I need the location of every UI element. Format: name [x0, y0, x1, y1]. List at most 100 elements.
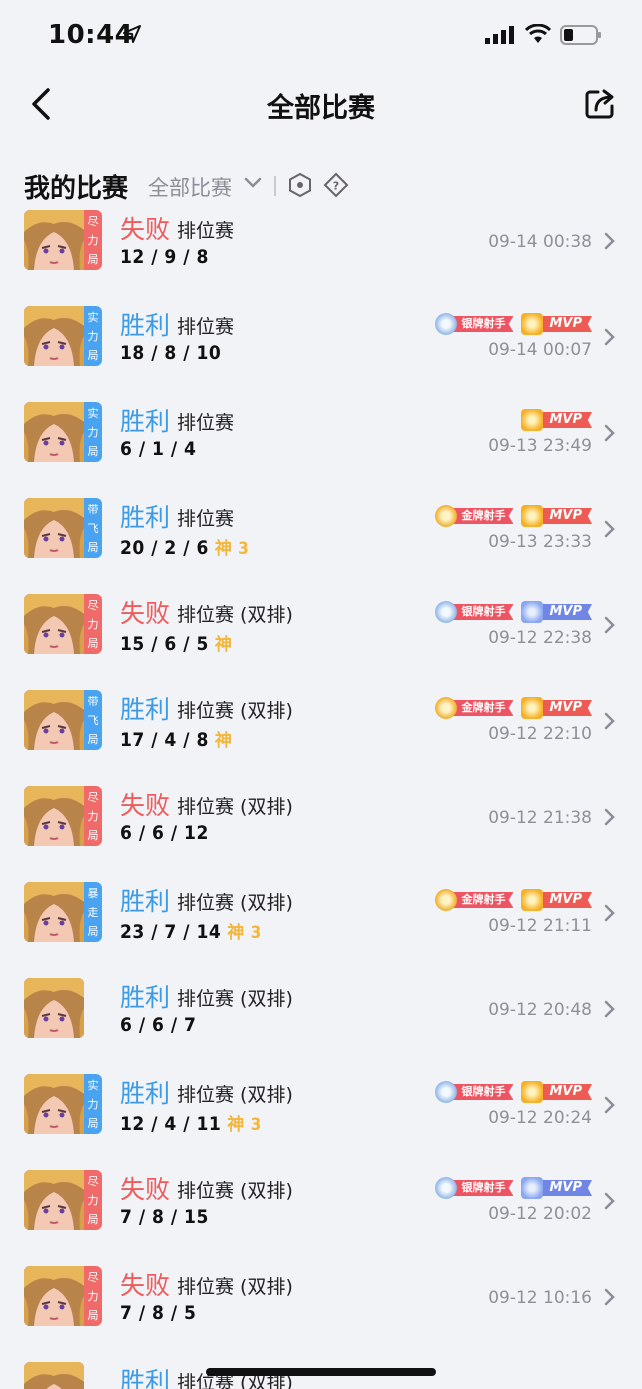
trophy-icon — [521, 1177, 544, 1199]
match-filter-dropdown[interactable]: 全部比赛 — [148, 172, 232, 202]
match-mode: 排位赛 (双排) — [177, 1180, 293, 1202]
share-icon[interactable] — [584, 88, 616, 120]
match-result: 失败 — [120, 1175, 171, 1204]
match-mode: 排位赛 (双排) — [177, 604, 293, 626]
match-result: 失败 — [120, 791, 171, 820]
trophy-icon — [521, 697, 544, 719]
chevron-right-icon[interactable] — [603, 712, 615, 730]
kda-value: 23 / 7 / 14 — [120, 921, 222, 943]
gold-badge: 金牌射手 — [435, 697, 514, 719]
match-kda: 7 / 8 / 5 — [120, 1302, 196, 1324]
chevron-right-icon[interactable] — [603, 424, 615, 442]
chevron-right-icon[interactable] — [603, 1096, 615, 1114]
chevron-right-icon[interactable] — [603, 1288, 615, 1306]
honor-badges: 银牌射手 MVP — [435, 313, 592, 335]
match-kda: 15 / 6 / 5神 — [120, 630, 232, 655]
match-time: 09-12 22:10 — [488, 724, 592, 744]
trophy-icon — [521, 601, 544, 623]
silver-badge: 银牌射手 — [435, 601, 514, 623]
trophy-icon — [521, 313, 544, 335]
match-time: 09-12 21:11 — [488, 916, 592, 936]
match-time: 09-12 20:02 — [488, 1204, 592, 1224]
mvp-blue-badge: MVP — [521, 601, 592, 623]
gold-badge: 金牌射手 — [435, 889, 514, 911]
chevron-right-icon[interactable] — [603, 808, 615, 826]
match-mode: 排位赛 (双排) — [177, 1276, 293, 1298]
mvp-badge: MVP — [521, 697, 592, 719]
match-result: 胜利 — [120, 503, 171, 532]
match-row[interactable]: 尽 力 局失败 排位赛 (双排) 7 / 8 / 5 09-12 10:16 — [0, 1264, 642, 1360]
kda-value: 15 / 6 / 5 — [120, 633, 209, 655]
match-row[interactable]: 尽 力 局失败 排位赛 (双排) 15 / 6 / 5 神 银牌射手 MVP 09-12 2… — [0, 592, 642, 688]
match-mode: 排位赛 (双排) — [177, 988, 293, 1010]
god-streak-badge: 神 3 — [227, 923, 262, 943]
match-time: 09-13 23:33 — [488, 532, 592, 552]
kda-value: 18 / 8 / 10 — [120, 342, 222, 364]
badge-label: MVP — [539, 604, 592, 620]
mvp-blue-badge: MVP — [521, 1177, 592, 1199]
diamond-help-icon[interactable]: ? — [323, 172, 349, 198]
hero-avatar — [24, 1074, 84, 1134]
page-title: 全部比赛 — [267, 93, 375, 124]
performance-tag: 尽 力 局 — [84, 1170, 102, 1230]
god-streak-badge: 神 — [214, 731, 233, 751]
performance-tag: 实 力 局 — [84, 306, 102, 366]
match-kda: 6 / 1 / 4 — [120, 438, 196, 460]
match-row[interactable]: 尽 力 局失败 排位赛 (双排) 6 / 6 / 12 09-12 21:38 — [0, 784, 642, 880]
hexagon-filter-icon[interactable] — [288, 172, 312, 198]
performance-tag: 实 力 局 — [84, 402, 102, 462]
match-row[interactable]: 暴 走 局胜利 排位赛 (双排) 23 / 7 / 14 神 3 金牌射手 MVP 09-1… — [0, 880, 642, 976]
badge-label: MVP — [539, 508, 592, 524]
chevron-right-icon[interactable] — [603, 232, 615, 250]
mvp-badge: MVP — [521, 313, 592, 335]
match-row[interactable]: 胜利 排位赛 (双排) 6 / 6 / 7 09-12 20:48 — [0, 976, 642, 1072]
filter-row: 我的比赛 全部比赛 ? — [0, 166, 642, 206]
match-result: 胜利 — [120, 983, 171, 1012]
kda-value: 6 / 1 / 4 — [120, 438, 197, 460]
performance-tag: 尽 力 局 — [84, 594, 102, 654]
match-kda: 23 / 7 / 14 神 3 — [120, 918, 262, 943]
battery-icon — [560, 25, 601, 45]
status-time: 10:44 — [48, 20, 134, 50]
match-row[interactable]: 实 力 局胜利 排位赛 6 / 1 / 4 MVP 09-13 23:49 — [0, 400, 642, 496]
badge-label: MVP — [539, 316, 592, 332]
gold-badge: 金牌射手 — [435, 505, 514, 527]
hero-avatar — [24, 786, 84, 846]
match-kda: 20 / 2 / 6神 3 — [120, 534, 249, 559]
honor-badges: MVP — [521, 409, 592, 431]
hero-avatar — [24, 978, 84, 1038]
chevron-down-icon[interactable] — [244, 176, 262, 190]
match-time: 09-12 22:38 — [488, 628, 592, 648]
badge-label: MVP — [539, 892, 592, 908]
match-row[interactable]: 带 飞 局胜利 排位赛 (双排) 17 / 4 / 8 神 金牌射手 MVP 09-12 2… — [0, 688, 642, 784]
match-mode: 排位赛 — [177, 220, 235, 242]
cellular-signal-icon — [485, 26, 514, 44]
badge-label: MVP — [539, 412, 592, 428]
chevron-right-icon[interactable] — [603, 616, 615, 634]
badge-label: MVP — [539, 700, 592, 716]
god-streak-badge: 神 — [214, 635, 233, 655]
trophy-icon — [521, 409, 544, 431]
performance-tag: 带 飞 局 — [84, 498, 102, 558]
match-result: 胜利 — [120, 695, 171, 724]
kda-value: 6 / 6 / 12 — [120, 822, 209, 844]
chevron-right-icon[interactable] — [603, 520, 615, 538]
chevron-right-icon[interactable] — [603, 328, 615, 346]
mvp-badge: MVP — [521, 889, 592, 911]
chevron-right-icon[interactable] — [603, 1192, 615, 1210]
chevron-right-icon[interactable] — [603, 904, 615, 922]
match-result: 失败 — [120, 215, 171, 244]
performance-tag: 尽 力 局 — [84, 1266, 102, 1326]
chevron-right-icon[interactable] — [603, 1000, 615, 1018]
silver-badge: 银牌射手 — [435, 1081, 514, 1103]
match-row[interactable]: 实 力 局胜利 排位赛 (双排) 12 / 4 / 11 神 3 银牌射手 MVP 09-1… — [0, 1072, 642, 1168]
mvp-badge: MVP — [521, 505, 592, 527]
match-row[interactable]: 尽 力 局失败 排位赛 (双排) 7 / 8 / 15 银牌射手 MVP 09-12 20… — [0, 1168, 642, 1264]
match-row[interactable]: 带 飞 局胜利 排位赛 20 / 2 / 6神 3 金牌射手 MVP 09-13 23:3… — [0, 496, 642, 592]
match-kda: 6 / 6 / 7 — [120, 1014, 196, 1036]
match-row[interactable]: 实 力 局胜利 排位赛 18 / 8 / 10 银牌射手 MVP 09-14 00:07 — [0, 304, 642, 400]
performance-tag: 尽 力 局 — [84, 786, 102, 846]
badge-label: 金牌射手 — [453, 508, 514, 524]
match-row[interactable]: 尽 力 局失败 排位赛 12 / 9 / 8 09-14 00:38 — [0, 208, 642, 304]
match-kda: 12 / 4 / 11 神 3 — [120, 1110, 262, 1135]
